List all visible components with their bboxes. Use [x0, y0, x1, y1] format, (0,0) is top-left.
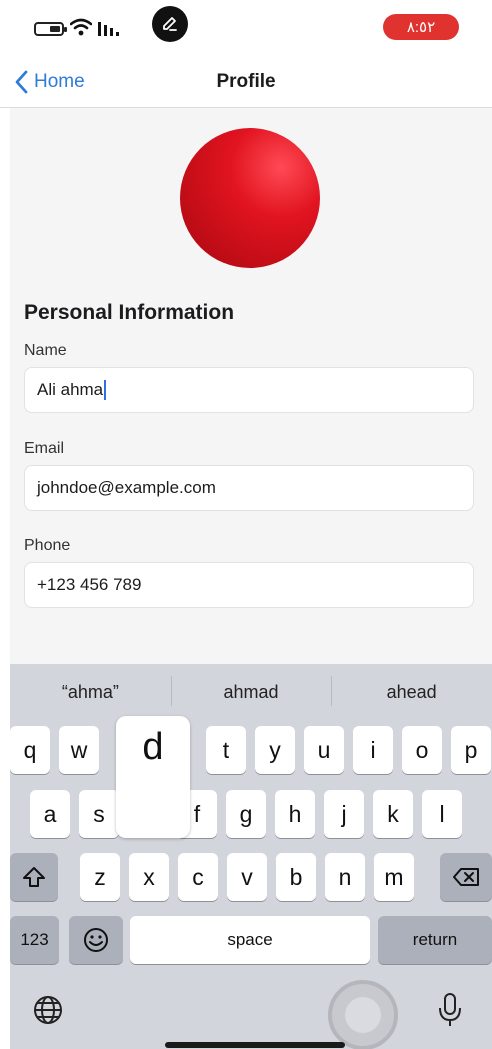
phone-label: Phone	[24, 537, 71, 554]
key-p[interactable]: p	[451, 726, 491, 774]
signal-icon	[98, 22, 119, 36]
space-key[interactable]: space	[130, 916, 370, 964]
key-h[interactable]: h	[275, 790, 315, 838]
key-t[interactable]: t	[206, 726, 246, 774]
key-v[interactable]: v	[227, 853, 267, 901]
globe-icon[interactable]	[32, 994, 64, 1026]
key-z[interactable]: z	[80, 853, 120, 901]
name-label: Name	[24, 342, 67, 359]
return-key[interactable]: return	[378, 916, 492, 964]
shift-key[interactable]	[10, 853, 58, 901]
status-time: ٨:٥٢	[383, 14, 459, 40]
suggestion-bar: “ahma” ahmad ahead	[10, 664, 492, 720]
microphone-icon[interactable]	[438, 992, 462, 1028]
delete-key[interactable]	[440, 853, 492, 901]
home-indicator	[165, 1042, 345, 1048]
key-g[interactable]: g	[226, 790, 266, 838]
section-title: Personal Information	[24, 301, 235, 324]
key-s[interactable]: s	[79, 790, 119, 838]
key-a[interactable]: a	[30, 790, 70, 838]
avatar[interactable]	[180, 128, 320, 268]
key-u[interactable]: u	[304, 726, 344, 774]
key-b[interactable]: b	[276, 853, 316, 901]
email-label: Email	[24, 440, 65, 457]
name-field[interactable]: Ali ahma	[24, 367, 474, 413]
key-k[interactable]: k	[373, 790, 413, 838]
key-q[interactable]: q	[10, 726, 50, 774]
key-x[interactable]: x	[129, 853, 169, 901]
text-cursor	[104, 380, 107, 400]
suggestion-item[interactable]: ahmad	[170, 675, 332, 706]
profile-form: Personal Information Name Ali ahma Email…	[10, 108, 492, 664]
keyboard: “ahma” ahmad ahead qwtyuiopasfghjklzxcvb…	[10, 664, 492, 1049]
status-bar: ٨:٥٢	[0, 0, 492, 56]
key-m[interactable]: m	[374, 853, 414, 901]
phone-value: +123 456 789	[37, 575, 142, 594]
navigation-bar: Home Profile	[0, 56, 492, 108]
edit-icon[interactable]	[152, 6, 188, 42]
key-w[interactable]: w	[59, 726, 99, 774]
delete-icon	[453, 868, 479, 886]
key-l[interactable]: l	[422, 790, 462, 838]
numbers-key[interactable]: 123	[10, 916, 59, 964]
wifi-icon	[70, 18, 92, 36]
name-value: Ali ahma	[37, 380, 104, 399]
suggestion-item[interactable]: “ahma”	[10, 682, 171, 703]
key-o[interactable]: o	[402, 726, 442, 774]
key-j[interactable]: j	[324, 790, 364, 838]
battery-icon	[34, 22, 67, 36]
key-y[interactable]: y	[255, 726, 295, 774]
suggestion-item[interactable]: ahead	[331, 675, 492, 706]
phone-field[interactable]: +123 456 789	[24, 562, 474, 608]
email-field[interactable]: johndoe@example.com	[24, 465, 474, 511]
emoji-key[interactable]	[69, 916, 123, 964]
key-c[interactable]: c	[178, 853, 218, 901]
email-value: johndoe@example.com	[37, 478, 216, 497]
key-i[interactable]: i	[353, 726, 393, 774]
key-preview-popup: d	[116, 716, 190, 838]
shift-icon	[23, 867, 45, 887]
page-title: Profile	[216, 71, 276, 92]
emoji-icon	[84, 928, 108, 952]
assistive-touch-button[interactable]	[328, 980, 398, 1049]
key-n[interactable]: n	[325, 853, 365, 901]
